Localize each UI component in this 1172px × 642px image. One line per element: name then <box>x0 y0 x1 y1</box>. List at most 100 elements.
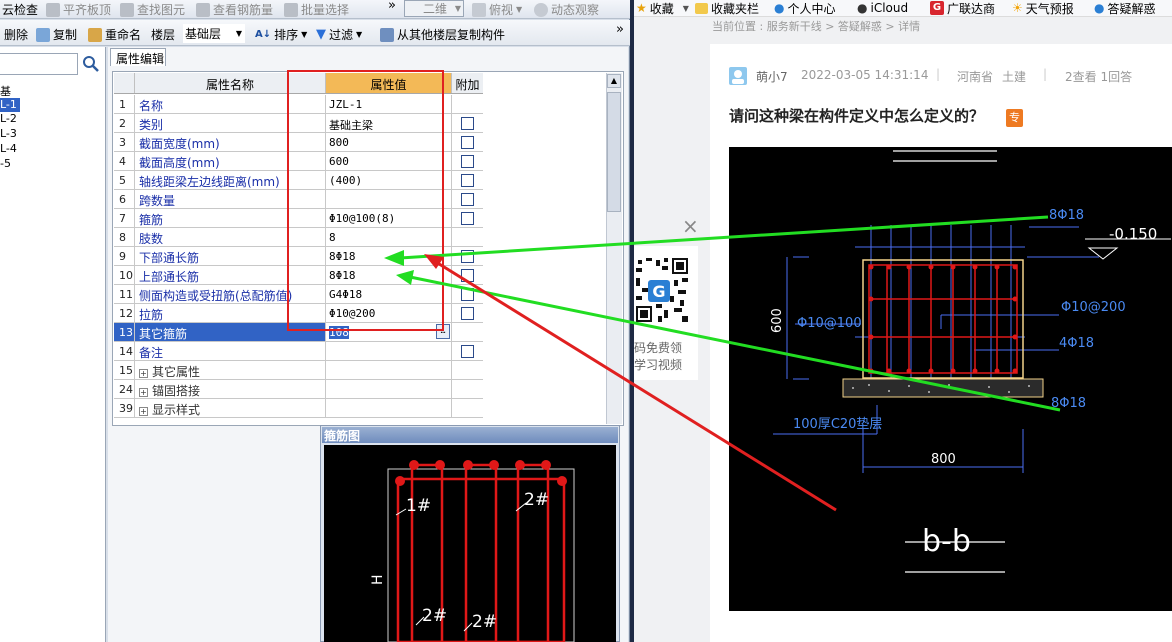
property-name: + 其它属性 <box>135 361 326 380</box>
extra-checkbox[interactable] <box>461 211 474 225</box>
extra-checkbox[interactable] <box>461 344 474 358</box>
extra-checkbox[interactable] <box>461 154 474 168</box>
property-row[interactable]: 11 侧面构造或受扭筋(总配筋值) G4Φ18 <box>114 285 483 304</box>
property-tab[interactable]: 属性编辑 <box>110 48 166 66</box>
expand-icon[interactable]: + <box>139 388 148 397</box>
extra-checkbox[interactable] <box>461 173 474 187</box>
view-select[interactable]: 二维 ▼ <box>404 0 464 17</box>
stirrup-panel-title: 箍筋图 <box>322 427 618 443</box>
align-slab-top-button[interactable]: 平齐板顶 <box>46 1 111 18</box>
extra-cell <box>452 361 483 380</box>
property-value[interactable]: Φ10@200 <box>326 304 452 323</box>
view-mode-button[interactable]: 俯视 ▼ <box>472 1 522 18</box>
bookmark-favorites[interactable]: ★ 收藏 ▼ <box>636 0 689 16</box>
batch-select-button[interactable]: 批量选择 <box>284 1 349 18</box>
tree-search-input[interactable] <box>0 53 78 75</box>
property-row[interactable]: 39 + 显示样式 <box>114 399 483 418</box>
property-value[interactable]: 8Φ18 <box>326 266 452 285</box>
property-row[interactable]: 14 备注 <box>114 342 483 361</box>
expand-icon[interactable]: + <box>139 407 148 416</box>
cloud-check-button[interactable]: 云检查 <box>2 1 38 18</box>
extra-checkbox[interactable] <box>461 268 474 282</box>
property-row[interactable]: 1 名称 JZL-1 <box>114 95 483 114</box>
bookmark-icloud[interactable]: ● iCloud <box>857 0 908 16</box>
expand-icon[interactable]: + <box>139 369 148 378</box>
row-number: 11 <box>114 285 135 304</box>
qr-text-2: 学习视频 <box>634 358 683 372</box>
property-row[interactable]: 10 上部通长筋 8Φ18 <box>114 266 483 285</box>
property-row[interactable]: 6 跨数量 <box>114 190 483 209</box>
property-row[interactable]: 5 轴线距梁左边线距离(mm) (400) <box>114 171 483 190</box>
bookmark-bar-folder[interactable]: 收藏夹栏 <box>695 0 759 16</box>
property-row[interactable]: 4 截面高度(mm) 600 <box>114 152 483 171</box>
extra-checkbox[interactable] <box>461 116 474 130</box>
property-value[interactable]: G4Φ18 <box>326 285 452 304</box>
property-value[interactable]: 600 <box>326 152 452 171</box>
property-name: + 显示样式 <box>135 399 326 418</box>
delete-button[interactable]: 删除 <box>4 26 28 43</box>
property-value[interactable] <box>326 342 452 361</box>
property-value[interactable] <box>326 361 452 380</box>
bookmark-qa[interactable]: ● 答疑解惑 <box>1094 0 1156 16</box>
copy-button[interactable]: 复制 <box>36 26 77 43</box>
post-author[interactable]: 萌小7 <box>756 68 788 85</box>
property-row[interactable]: 8 肢数 8 <box>114 228 483 247</box>
search-icon[interactable] <box>82 55 100 73</box>
property-row[interactable]: 3 截面宽度(mm) 800 <box>114 133 483 152</box>
find-element-button[interactable]: 查找图元 <box>120 1 185 18</box>
property-value[interactable]: 800 <box>326 133 452 152</box>
property-row[interactable]: 15 + 其它属性 <box>114 361 483 380</box>
view-rebar-button[interactable]: 查看钢筋量 <box>196 1 273 18</box>
extra-checkbox[interactable] <box>461 306 474 320</box>
property-value[interactable] <box>326 190 452 209</box>
avatar[interactable] <box>729 67 747 85</box>
extra-checkbox[interactable] <box>461 135 474 149</box>
scroll-up-button[interactable]: ▲ <box>607 74 621 88</box>
property-row[interactable]: 2 类别 基础主梁 <box>114 114 483 133</box>
bookmark-weather[interactable]: ☀ 天气预报 <box>1012 0 1074 16</box>
tree-item-selected[interactable]: L-1 <box>0 98 20 112</box>
property-row[interactable]: 24 + 锚固搭接 <box>114 380 483 399</box>
property-value[interactable] <box>326 380 452 399</box>
property-row[interactable]: 12 拉筋 Φ10@200 <box>114 304 483 323</box>
tree-item[interactable]: 基 <box>0 83 106 98</box>
rename-button[interactable]: 重命名 <box>88 26 141 43</box>
bookmark-glodon[interactable]: G 广联达商 <box>930 0 995 16</box>
ellipsis-button[interactable]: … <box>436 324 450 339</box>
property-row[interactable]: 13 其它箍筋 108… <box>114 323 483 342</box>
tree-item[interactable]: L-3 <box>0 127 106 142</box>
filter-button[interactable]: ▼ 过滤 ▼ <box>316 26 362 43</box>
screen: 云检查 平齐板顶 查找图元 查看钢筋量 批量选择 » 二维 ▼ 俯视 ▼ 动态观察 … <box>0 0 1172 642</box>
tree-item[interactable]: L-2 <box>0 112 106 127</box>
property-value[interactable]: (400) <box>326 171 452 190</box>
property-row[interactable]: 7 箍筋 Φ10@100(8) <box>114 209 483 228</box>
property-value[interactable]: 8 <box>326 228 452 247</box>
property-row[interactable]: 9 下部通长筋 8Φ18 <box>114 247 483 266</box>
row-number: 10 <box>114 266 135 285</box>
align-icon <box>46 2 60 17</box>
tree-item[interactable]: -5 <box>0 157 106 172</box>
row-number: 7 <box>114 209 135 228</box>
dynamic-view-button[interactable]: 动态观察 <box>534 1 599 18</box>
property-value[interactable]: 基础主梁 <box>326 114 452 133</box>
property-value[interactable]: JZL-1 <box>326 95 452 114</box>
extra-checkbox[interactable] <box>461 249 474 263</box>
scroll-thumb[interactable] <box>607 92 621 212</box>
row-number: 5 <box>114 171 135 190</box>
qr-close-icon[interactable]: × <box>682 214 699 238</box>
property-name: 截面高度(mm) <box>135 152 326 171</box>
property-value[interactable]: 108… <box>326 323 452 342</box>
extra-checkbox[interactable] <box>461 287 474 301</box>
toolbar1-more[interactable]: » <box>388 0 396 13</box>
tree-item[interactable]: L-4 <box>0 142 106 157</box>
property-value[interactable]: 8Φ18 <box>326 247 452 266</box>
floor-select[interactable]: 基础层 ▼ <box>183 24 245 43</box>
toolbar2-more[interactable]: » <box>616 22 624 37</box>
sort-button[interactable]: A↓ 排序 ▼ <box>255 26 307 43</box>
property-value[interactable] <box>326 399 452 418</box>
extra-checkbox[interactable] <box>461 192 474 206</box>
post-badge: 专 <box>1006 109 1023 127</box>
property-value[interactable]: Φ10@100(8) <box>326 209 452 228</box>
copy-from-floor-button[interactable]: 从其他楼层复制构件 <box>380 26 505 43</box>
bookmark-personal[interactable]: ● 个人中心 <box>774 0 836 16</box>
